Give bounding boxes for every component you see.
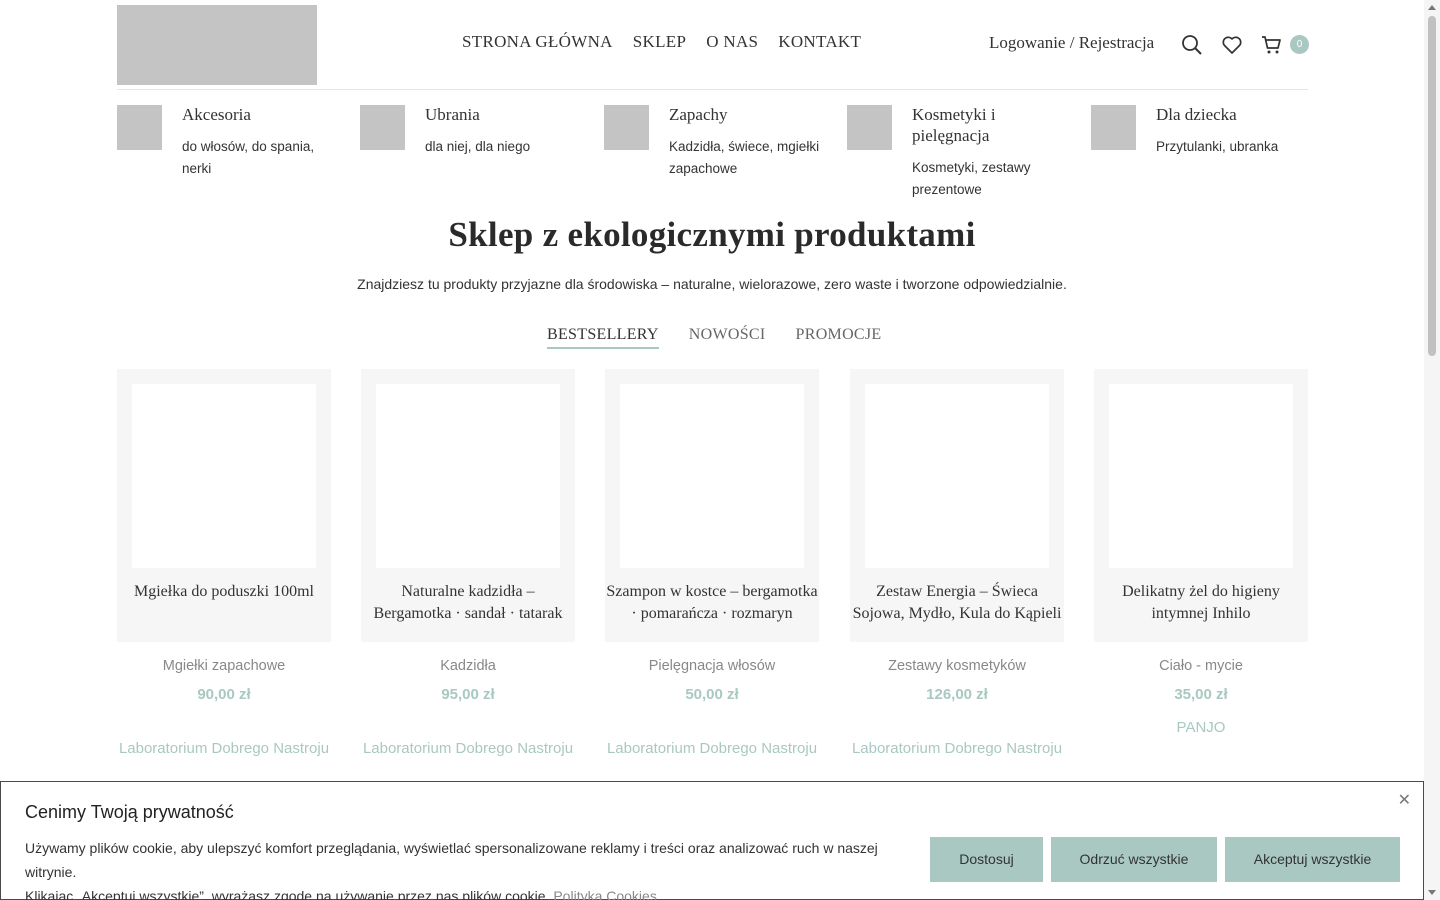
nav-about[interactable]: O NAS: [706, 32, 758, 52]
product-image[interactable]: [865, 384, 1049, 568]
cookie-consent-text: Klikając „Akceptuj wszystkie”, wyrażasz …: [25, 888, 550, 900]
nav-contact[interactable]: KONTAKT: [778, 32, 861, 52]
category-thumbnail: [1091, 105, 1136, 150]
nav-home[interactable]: STRONA GŁÓWNA: [462, 32, 613, 52]
tab-bestsellers[interactable]: BESTSELLERY: [547, 326, 659, 349]
product-price: 35,00 zł: [1174, 686, 1228, 703]
nav-shop[interactable]: SKLEP: [633, 32, 686, 52]
product-brand[interactable]: Laboratorium Dobrego Nastroju: [850, 738, 1064, 760]
reject-all-button[interactable]: Odrzuć wszystkie: [1051, 837, 1217, 882]
scrollbar-thumb[interactable]: [1428, 16, 1436, 356]
category-description: Kosmetyki, zestawy prezentowe: [912, 160, 1031, 197]
cookie-text: Używamy plików cookie, aby ulepszyć komf…: [25, 836, 925, 900]
page-subtitle: Znajdziesz tu produkty przyjazne dla śro…: [357, 276, 1067, 292]
site-logo[interactable]: [117, 5, 317, 85]
product-card[interactable]: Naturalne kadzidła – Bergamotka · sandał…: [361, 369, 575, 757]
product-category[interactable]: Kadzidła: [361, 658, 575, 674]
product-category[interactable]: Mgiełki zapachowe: [117, 658, 331, 674]
product-image[interactable]: [620, 384, 804, 568]
accept-all-button[interactable]: Akceptuj wszystkie: [1225, 837, 1400, 882]
category-description: Kadzidła, świece, mgiełki zapachowe: [669, 139, 820, 176]
cookie-title: Cenimy Twoją prywatność: [25, 802, 234, 822]
category-title: Kosmetyki i pielęgnacja: [912, 105, 996, 145]
category-description: dla niej, dla niego: [425, 139, 531, 154]
product-tabs: BESTSELLERY NOWOŚCI PROMOCJE: [547, 326, 882, 349]
product-card-box: Mgiełka do poduszki 100ml: [117, 369, 331, 642]
tab-promotions[interactable]: PROMOCJE: [796, 326, 882, 349]
product-card-box: Zestaw Energia – Świeca Sojowa, Mydło, K…: [850, 369, 1064, 642]
tab-new[interactable]: NOWOŚCI: [689, 326, 766, 349]
category-title: Zapachy: [669, 105, 728, 124]
page-scrollbar[interactable]: [1424, 0, 1440, 900]
product-price: 50,00 zł: [685, 686, 739, 703]
product-card-box: Szampon w kostce – bergamotka · pomarańc…: [605, 369, 819, 642]
product-card-box: Naturalne kadzidła – Bergamotka · sandał…: [361, 369, 575, 642]
category-thumbnail: [117, 105, 162, 150]
close-icon[interactable]: ✕: [1398, 790, 1411, 810]
product-card[interactable]: Delikatny żel do higieny intymnej Inhilo…: [1094, 369, 1308, 736]
customize-button[interactable]: Dostosuj: [930, 837, 1043, 882]
category-description: do włosów, do spania, nerki: [182, 139, 315, 176]
product-name[interactable]: Delikatny żel do higieny intymnej Inhilo: [1094, 581, 1308, 625]
login-register-link[interactable]: Logowanie / Rejestracja: [989, 33, 1154, 53]
product-category[interactable]: Zestawy kosmetyków: [850, 658, 1064, 674]
category-title: Ubrania: [425, 105, 480, 124]
product-image[interactable]: [132, 384, 316, 568]
product-name[interactable]: Naturalne kadzidła – Bergamotka · sandał…: [361, 581, 575, 625]
category-title: Dla dziecka: [1156, 105, 1237, 124]
category-thumbnail: [604, 105, 649, 150]
cookie-policy-link[interactable]: Polityka Cookies: [553, 888, 657, 900]
product-price: 126,00 zł: [926, 686, 988, 703]
search-icon[interactable]: [1181, 34, 1203, 56]
product-card[interactable]: Zestaw Energia – Świeca Sojowa, Mydło, K…: [850, 369, 1064, 757]
heart-icon[interactable]: [1221, 34, 1243, 56]
scroll-up-arrow-icon[interactable]: [1428, 5, 1436, 10]
category-description: Przytulanki, ubranka: [1156, 139, 1279, 154]
cart-count-badge: 0: [1290, 35, 1309, 54]
product-brand[interactable]: Laboratorium Dobrego Nastroju: [605, 738, 819, 760]
product-card[interactable]: Szampon w kostce – bergamotka · pomarańc…: [605, 369, 819, 757]
scroll-down-arrow-icon[interactable]: [1428, 890, 1436, 895]
product-price: 95,00 zł: [441, 686, 495, 703]
product-card[interactable]: Mgiełka do poduszki 100ml Mgiełki zapach…: [117, 369, 331, 757]
product-brand[interactable]: PANJO: [1094, 717, 1308, 739]
cookie-text-line-1: Używamy plików cookie, aby ulepszyć komf…: [25, 840, 878, 880]
category-title: Akcesoria: [182, 105, 251, 124]
product-category[interactable]: Pielęgnacja włosów: [605, 658, 819, 674]
product-image[interactable]: [1109, 384, 1293, 568]
product-name[interactable]: Szampon w kostce – bergamotka · pomarańc…: [605, 581, 819, 625]
product-category[interactable]: Ciało - mycie: [1094, 658, 1308, 674]
product-brand[interactable]: Laboratorium Dobrego Nastroju: [117, 738, 331, 760]
category-thumbnail: [360, 105, 405, 150]
cookie-text-line-2: Klikając „Akceptuj wszystkie”, wyrażasz …: [25, 884, 925, 900]
product-image[interactable]: [376, 384, 560, 568]
product-name[interactable]: Zestaw Energia – Świeca Sojowa, Mydło, K…: [850, 581, 1064, 625]
cookie-banner: Cenimy Twoją prywatność ✕ Używamy plików…: [0, 781, 1424, 900]
product-brand[interactable]: Laboratorium Dobrego Nastroju: [361, 738, 575, 760]
site-header: STRONA GŁÓWNA SKLEP O NAS KONTAKT Logowa…: [117, 0, 1309, 90]
category-thumbnail: [847, 105, 892, 150]
product-name[interactable]: Mgiełka do poduszki 100ml: [117, 581, 331, 603]
category-strip: Akcesoria do włosów, do spania, nerki Ub…: [117, 104, 1308, 204]
cart-icon[interactable]: [1261, 34, 1283, 56]
main-nav: STRONA GŁÓWNA SKLEP O NAS KONTAKT: [462, 32, 861, 52]
product-price: 90,00 zł: [197, 686, 251, 703]
page-title: Sklep z ekologicznymi produktami: [448, 215, 976, 254]
product-card-box: Delikatny żel do higieny intymnej Inhilo: [1094, 369, 1308, 642]
